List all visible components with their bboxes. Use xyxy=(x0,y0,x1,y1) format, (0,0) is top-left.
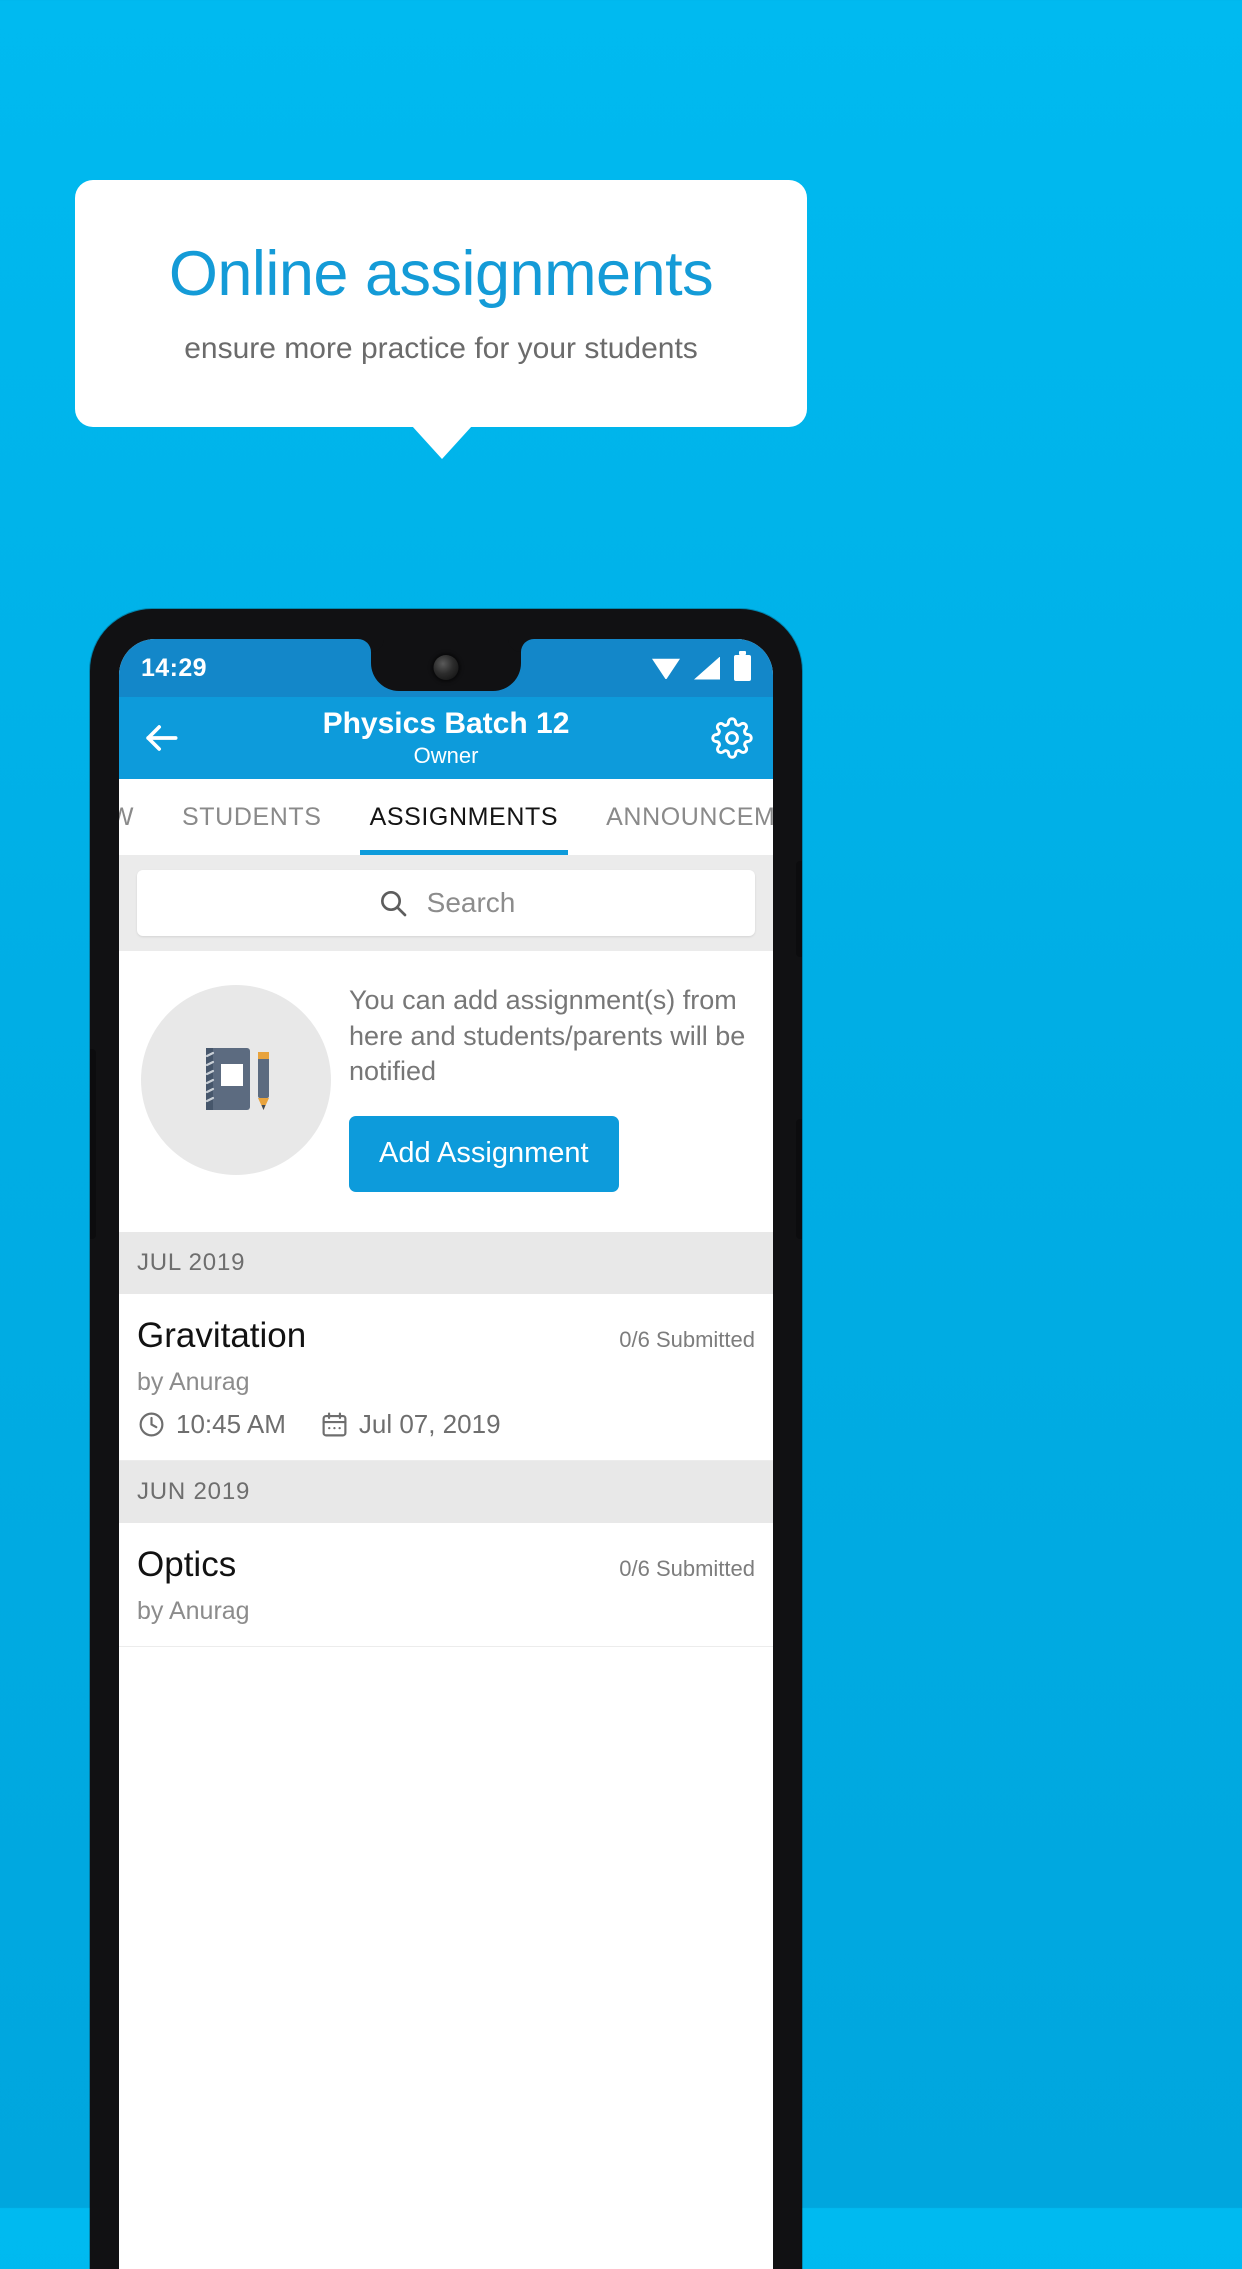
search-icon xyxy=(377,887,409,919)
search-input[interactable]: Search xyxy=(137,870,755,936)
assignment-author: by Anurag xyxy=(137,1596,250,1625)
promo-card: Online assignments ensure more practice … xyxy=(75,180,807,427)
notebook-and-pen-icon xyxy=(141,985,331,1175)
add-assignment-button[interactable]: Add Assignment xyxy=(349,1115,619,1192)
search-placeholder: Search xyxy=(426,887,516,918)
wifi-icon xyxy=(652,658,680,679)
table-row[interactable]: Gravitation 0/6 Submitted by Anurag 10:4… xyxy=(119,1293,773,1461)
status-time: 14:29 xyxy=(141,653,207,682)
tab-announcements[interactable]: ANNOUNCEM xyxy=(582,779,773,855)
calendar-icon xyxy=(320,1410,349,1439)
empty-state-card: You can add assignment(s) from here and … xyxy=(119,951,773,1232)
status-bar: 14:29 xyxy=(119,639,773,697)
search-container: Search xyxy=(119,855,773,951)
gear-icon[interactable] xyxy=(711,717,753,759)
signal-icon xyxy=(694,656,720,680)
volume-button[interactable] xyxy=(796,861,802,957)
page-subtitle: Owner xyxy=(413,742,479,768)
assignment-title: Gravitation xyxy=(137,1315,307,1355)
front-camera xyxy=(433,655,459,680)
assignment-meta: 10:45 AM Jul 07, 2019 xyxy=(137,1409,755,1440)
promo-callout-tail xyxy=(412,426,472,459)
left-side-button[interactable] xyxy=(90,1049,96,1239)
status-badge: 0/6 Submitted xyxy=(619,1555,755,1581)
assignment-row-top: Optics 0/6 Submitted xyxy=(137,1545,755,1585)
battery-icon xyxy=(734,651,751,681)
assignment-date: Jul 07, 2019 xyxy=(358,1408,501,1439)
promo-title: Online assignments xyxy=(168,239,714,310)
month-header-jun: JUN 2019 xyxy=(119,1460,773,1523)
assignment-title: Optics xyxy=(137,1544,237,1584)
display-notch xyxy=(371,639,521,691)
tab-bar: IEW STUDENTS ASSIGNMENTS ANNOUNCEM xyxy=(119,779,773,855)
tab-overview[interactable]: IEW xyxy=(119,779,158,855)
phone-screen: 14:29 Physics Batch 12 Owner W STUDENTS … xyxy=(119,639,773,2269)
assignment-time: 10:45 AM xyxy=(176,1408,286,1439)
empty-state-right: You can add assignment(s) from here and … xyxy=(349,979,751,1192)
tab-students[interactable]: STUDENTS xyxy=(158,779,346,855)
power-button[interactable] xyxy=(796,1119,802,1239)
clock-icon xyxy=(137,1410,166,1439)
status-badge: 0/6 Submitted xyxy=(619,1326,755,1352)
phone-device: 14:29 Physics Batch 12 Owner W STUDENTS … xyxy=(90,609,802,2269)
tab-assignments[interactable]: ASSIGNMENTS xyxy=(346,779,583,855)
promo-subtitle: ensure more practice for your students xyxy=(184,331,698,365)
empty-state-message: You can add assignment(s) from here and … xyxy=(349,985,746,1087)
app-bar: Physics Batch 12 Owner xyxy=(119,697,773,779)
page-title: Physics Batch 12 xyxy=(322,706,570,740)
status-icons xyxy=(652,651,751,681)
assignment-author: by Anurag xyxy=(137,1367,250,1396)
app-bar-titles: Physics Batch 12 Owner xyxy=(119,707,773,770)
table-row[interactable]: Optics 0/6 Submitted by Anurag xyxy=(119,1522,773,1647)
month-header-jul: JUL 2019 xyxy=(119,1231,773,1294)
assignment-row-top: Gravitation 0/6 Submitted xyxy=(137,1316,755,1356)
back-arrow-icon[interactable] xyxy=(139,716,183,760)
